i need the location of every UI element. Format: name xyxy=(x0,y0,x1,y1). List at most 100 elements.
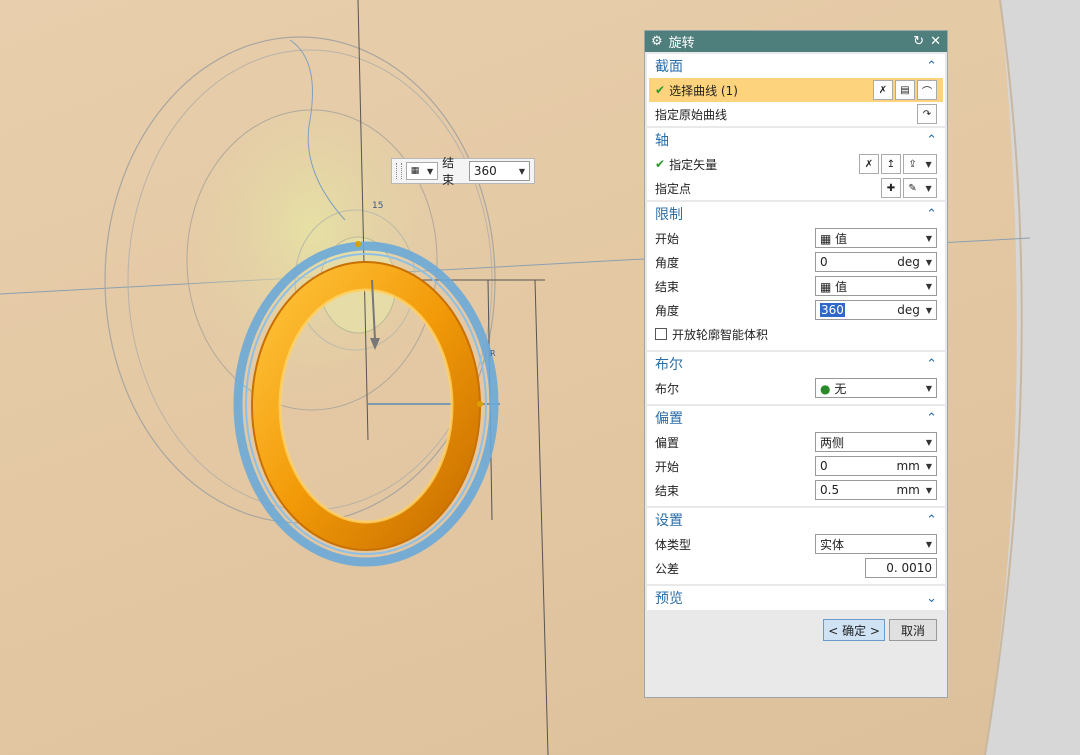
section-axis: 轴 ⌃ ✔ 指定矢量 ✗ ↥ ⇪ ▼ 指定点 ✚ ✎ ▼ xyxy=(647,128,945,200)
dialog-title: 旋转 xyxy=(668,36,695,51)
boolean-select[interactable]: ● 无 ▼ xyxy=(815,378,937,398)
section-axis-title: 轴 xyxy=(655,133,669,149)
offset-start-input[interactable]: 0 mm ▼ xyxy=(815,456,937,476)
chevron-down-icon: ▼ xyxy=(925,383,932,393)
origin-curve-row[interactable]: 指定原始曲线 ↷ xyxy=(647,102,945,126)
chevron-up-icon[interactable]: ⌃ xyxy=(926,513,937,528)
chevron-up-icon[interactable]: ⌃ xyxy=(926,59,937,74)
origin-curve-icon[interactable]: ↷ xyxy=(917,104,937,124)
dialog-titlebar[interactable]: ⚙ 旋转 ↻ ✕ xyxy=(645,31,947,52)
point-dialog-icon[interactable]: ✚ xyxy=(881,178,901,198)
offset-unit: mm xyxy=(896,483,920,497)
chevron-down-icon: ▼ xyxy=(925,183,932,193)
section-axis-header[interactable]: 轴 ⌃ xyxy=(647,128,945,152)
specify-point-row[interactable]: 指定点 ✚ ✎ ▼ xyxy=(647,176,945,200)
limit-start-angle-row: 角度 0 deg ▼ xyxy=(647,250,945,274)
reverse-direction-icon[interactable]: ✗ xyxy=(859,154,879,174)
offset-end-row: 结束 0.5 mm ▼ xyxy=(647,478,945,502)
limit-end-angle-row: 角度 360 deg ▼ xyxy=(647,298,945,322)
value-icon: ▦ xyxy=(820,231,832,246)
chevron-up-icon[interactable]: ⌃ xyxy=(926,133,937,148)
limit-start-select[interactable]: ▦ 值 ▼ xyxy=(815,228,937,248)
chevron-down-icon: ▼ xyxy=(925,281,932,291)
value-type-dropdown[interactable]: ▦ ▼ xyxy=(405,162,439,180)
boolean-value: 无 xyxy=(834,381,847,396)
chevron-down-icon: ▼ xyxy=(925,437,932,447)
chevron-up-icon[interactable]: ⌃ xyxy=(926,207,937,222)
section-preview: 预览 ⌄ xyxy=(647,586,945,610)
limit-end-label: 结束 xyxy=(655,279,680,294)
boolean-row: 布尔 ● 无 ▼ xyxy=(647,376,945,400)
section-boolean-title: 布尔 xyxy=(655,357,683,373)
limit-end-angle-input[interactable]: 360 deg ▼ xyxy=(815,300,937,320)
limit-start-angle-input[interactable]: 0 deg ▼ xyxy=(815,252,937,272)
section-boolean: 布尔 ⌃ 布尔 ● 无 ▼ xyxy=(647,352,945,404)
chevron-down-icon: ▼ xyxy=(925,233,932,243)
floating-end-input[interactable]: 360 ▼ xyxy=(468,161,530,181)
cancel-button[interactable]: 取消 xyxy=(889,619,937,641)
reset-icon[interactable]: ↻ xyxy=(913,34,924,49)
section-settings-header[interactable]: 设置 ⌃ xyxy=(647,508,945,532)
value-type-icon: ▦ xyxy=(410,166,420,176)
section-curve-icon[interactable]: ⌒ xyxy=(917,80,937,100)
sketch-icon[interactable]: ▤ xyxy=(895,80,915,100)
select-curve-row[interactable]: ✔ 选择曲线 (1) ✗ ▤ ⌒ xyxy=(649,78,943,102)
check-icon: ✔ xyxy=(655,157,666,171)
angle-unit: deg xyxy=(897,255,920,269)
point-type-dropdown[interactable]: ✎ ▼ xyxy=(903,178,937,198)
specify-vector-label: 指定矢量 xyxy=(669,157,718,172)
chevron-down-icon: ▼ xyxy=(925,159,932,169)
tolerance-row: 公差 0. 0010 xyxy=(647,556,945,580)
body-type-row: 体类型 实体 ▼ xyxy=(647,532,945,556)
chevron-down-icon: ▼ xyxy=(518,166,525,176)
body-type-select[interactable]: 实体 ▼ xyxy=(815,534,937,554)
limit-start-angle-label: 角度 xyxy=(655,255,680,270)
chevron-down-icon: ▼ xyxy=(925,257,932,267)
section-limits-header[interactable]: 限制 ⌃ xyxy=(647,202,945,226)
specify-vector-row[interactable]: ✔ 指定矢量 ✗ ↥ ⇪ ▼ xyxy=(647,152,945,176)
check-icon: ✔ xyxy=(655,83,666,97)
section-offset-header[interactable]: 偏置 ⌃ xyxy=(647,406,945,430)
section-profile-header[interactable]: 截面 ⌃ xyxy=(647,54,945,78)
vector-dialog-icon[interactable]: ↥ xyxy=(881,154,901,174)
drag-grip-icon[interactable] xyxy=(396,163,402,179)
section-offset-title: 偏置 xyxy=(655,411,683,427)
offset-start-row: 开始 0 mm ▼ xyxy=(647,454,945,478)
limit-end-option: 值 xyxy=(835,279,848,294)
section-boolean-header[interactable]: 布尔 ⌃ xyxy=(647,352,945,376)
floating-end-label: 结束 xyxy=(442,156,455,187)
boolean-none-icon: ● xyxy=(820,381,831,396)
offset-unit: mm xyxy=(896,459,920,473)
limit-end-select[interactable]: ▦ 值 ▼ xyxy=(815,276,937,296)
chevron-down-icon[interactable]: ⌄ xyxy=(926,591,937,606)
chevron-down-icon: ▼ xyxy=(925,461,932,471)
tolerance-input[interactable]: 0. 0010 xyxy=(865,558,937,578)
limit-end-angle-value: 360 xyxy=(820,303,845,317)
section-profile-title: 截面 xyxy=(655,59,683,75)
dimension-label-2[interactable]: R xyxy=(490,349,496,358)
chevron-up-icon[interactable]: ⌃ xyxy=(926,411,937,426)
gear-icon[interactable]: ⚙ xyxy=(651,34,663,49)
ok-button[interactable]: < 确定 > xyxy=(823,619,885,641)
dialog-footer: < 确定 > 取消 xyxy=(645,610,947,650)
body-type-label: 体类型 xyxy=(655,537,692,552)
open-profile-checkbox[interactable] xyxy=(655,328,667,340)
offset-type-select[interactable]: 两侧 ▼ xyxy=(815,432,937,452)
chevron-up-icon[interactable]: ⌃ xyxy=(926,357,937,372)
chevron-down-icon: ▼ xyxy=(427,166,434,176)
vector-icon: ⇪ xyxy=(908,158,917,170)
chevron-down-icon: ▼ xyxy=(925,305,932,315)
open-profile-row[interactable]: 开放轮廓智能体积 xyxy=(647,322,945,346)
dimension-label-1[interactable]: 15 xyxy=(372,201,383,211)
offset-end-label: 结束 xyxy=(655,483,680,498)
vector-type-dropdown[interactable]: ⇪ ▼ xyxy=(903,154,937,174)
section-limits-title: 限制 xyxy=(655,207,683,223)
limit-start-label: 开始 xyxy=(655,231,680,246)
offset-end-input[interactable]: 0.5 mm ▼ xyxy=(815,480,937,500)
curve-rule-icon[interactable]: ✗ xyxy=(873,80,893,100)
close-icon[interactable]: ✕ xyxy=(930,34,941,49)
section-preview-header[interactable]: 预览 ⌄ xyxy=(647,586,945,610)
select-curve-label: 选择曲线 (1) xyxy=(669,83,738,98)
specify-point-label: 指定点 xyxy=(655,181,692,196)
offset-start-value: 0 xyxy=(820,459,828,473)
